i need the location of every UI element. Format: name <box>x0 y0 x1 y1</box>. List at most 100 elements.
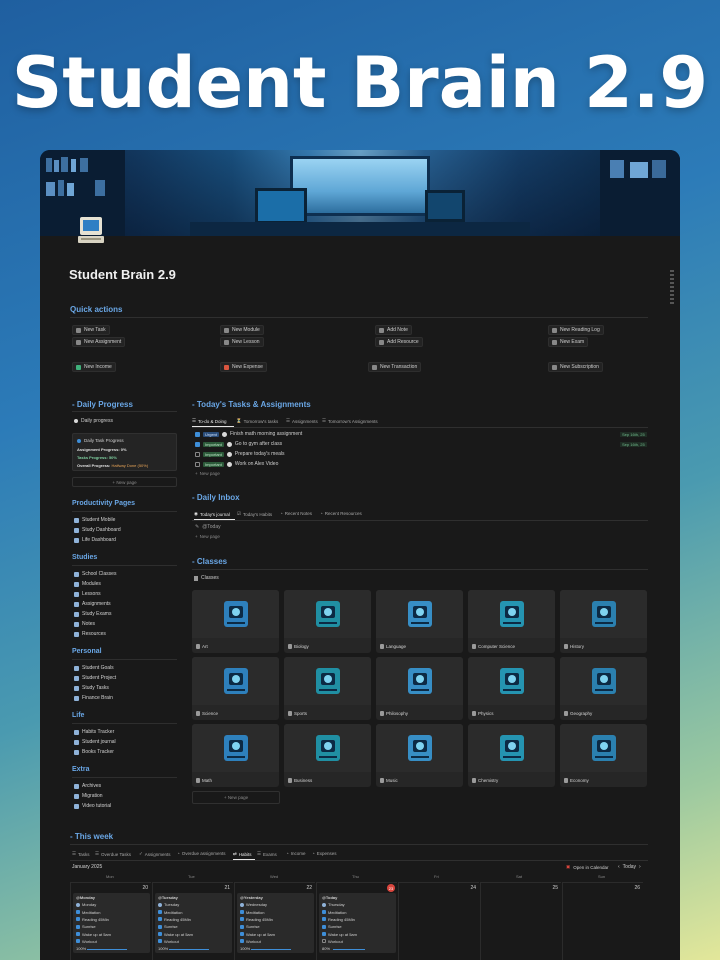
tab-tomorrows-tasks[interactable]: ⏳ Tomorrow's tasks <box>236 418 278 424</box>
new-task-button[interactable]: New Task <box>72 325 110 335</box>
habit-checkbox[interactable] <box>240 910 244 915</box>
nav-school-classes[interactable]: School Classes <box>74 571 116 577</box>
today-button[interactable]: Today <box>623 864 636 870</box>
new-income-button[interactable]: New Income <box>72 362 116 372</box>
calendar-day[interactable]: 24 <box>398 882 479 960</box>
class-card[interactable]: Math <box>192 724 279 787</box>
task-checkbox[interactable] <box>195 451 200 457</box>
habit-checkbox[interactable] <box>76 939 80 944</box>
tab-todays-journal[interactable]: ◉ Today's journal <box>194 511 230 517</box>
habit-checkbox[interactable] <box>158 917 162 922</box>
daily-progress-card[interactable]: Daily Task Progress Assignment Progress:… <box>72 433 177 471</box>
habit-checkbox[interactable] <box>158 924 162 929</box>
class-card[interactable]: Art <box>192 590 279 653</box>
tab-tomorrows-assignments[interactable]: ☰ Tomorrow's Assignments <box>322 418 378 424</box>
new-module-button[interactable]: New Module <box>220 325 264 335</box>
nav-student-project[interactable]: Student Project <box>74 675 116 681</box>
class-card[interactable]: Science <box>192 657 279 720</box>
habit-checkbox[interactable] <box>240 932 244 936</box>
habit-checkbox[interactable] <box>76 910 80 915</box>
nav-life-dashboard[interactable]: Life Dashboard <box>74 537 116 543</box>
habit-checkbox[interactable] <box>158 932 162 936</box>
tab-recent-notes[interactable]: ◔ Recent Notes <box>280 511 312 516</box>
class-card[interactable]: Business <box>284 724 371 787</box>
new-subscription-button[interactable]: New Subscription <box>548 362 603 372</box>
habit-checkbox[interactable] <box>240 939 244 944</box>
classes-view-tab[interactable]: Classes <box>194 575 219 581</box>
nav-migration[interactable]: Migration <box>74 793 103 799</box>
add-resource-button[interactable]: Add Resource <box>375 337 423 347</box>
habit-checkbox[interactable] <box>322 917 326 922</box>
classes-new-page-button[interactable]: + New page <box>192 791 280 804</box>
task-checkbox[interactable] <box>195 431 200 437</box>
new-transaction-button[interactable]: New Transaction <box>368 362 422 372</box>
task-row[interactable]: Important Work on Alex Video <box>195 461 278 467</box>
class-card[interactable]: History <box>560 590 647 653</box>
nav-student-journal[interactable]: Student journal <box>74 739 116 745</box>
new-reading-log-button[interactable]: New Reading Log <box>548 325 604 335</box>
habit-checkbox[interactable] <box>76 917 80 922</box>
add-note-button[interactable]: Add Note <box>375 325 412 335</box>
class-card[interactable]: Language <box>376 590 463 653</box>
habit-checkbox[interactable] <box>158 939 162 944</box>
tasks-new-page-button[interactable]: + New page <box>195 471 220 476</box>
calendar-day[interactable]: 23 @Today Thursday Meditation Reading 45Min S… <box>316 882 397 960</box>
calendar-day[interactable]: 21 @Tuesday Tuesday Meditation Reading 45Min… <box>152 882 233 960</box>
tab-assignments[interactable]: ☰ Assignments <box>286 418 318 424</box>
tab-week-tasks[interactable]: ☰ Tasks <box>72 851 90 857</box>
next-week-icon[interactable]: › <box>639 864 641 870</box>
tab-week-overdue-tasks[interactable]: ☰ Overdue Tasks <box>95 851 131 857</box>
daily-progress-link[interactable]: Daily progress <box>74 418 113 424</box>
nav-study-exams[interactable]: Study Exams <box>74 611 111 617</box>
tab-week-assignments[interactable]: ✓ Assignments <box>139 851 171 857</box>
habit-checkbox[interactable] <box>240 917 244 922</box>
habit-checkbox[interactable] <box>240 924 244 929</box>
nav-resources[interactable]: Resources <box>74 631 106 637</box>
class-card[interactable]: Sports <box>284 657 371 720</box>
task-row[interactable]: Important Go to gym after class <box>195 441 282 447</box>
nav-notes[interactable]: Notes <box>74 621 95 627</box>
calendar-day[interactable]: 22 @Yesterday Wednesday Meditation Reading 4… <box>234 882 315 960</box>
tab-todays-habits[interactable]: ☑ Today's Habits <box>237 511 272 517</box>
nav-finance-brain[interactable]: Finance Brain <box>74 695 113 701</box>
class-card[interactable]: Music <box>376 724 463 787</box>
prev-week-icon[interactable]: ‹ <box>618 864 620 870</box>
nav-books-tracker[interactable]: Books Tracker <box>74 749 114 755</box>
habit-checkbox[interactable] <box>322 932 326 936</box>
habit-card[interactable]: @Today Thursday Meditation Reading 45Min Sun… <box>319 893 396 953</box>
class-card[interactable]: Economy <box>560 724 647 787</box>
tab-week-exams[interactable]: ☰ Exams <box>257 851 277 857</box>
new-assignment-button[interactable]: New Assignment <box>72 337 126 347</box>
nav-lessons[interactable]: Lessons <box>74 591 101 597</box>
scroll-indicator[interactable] <box>670 270 674 306</box>
habit-checkbox[interactable] <box>322 910 326 915</box>
nav-study-dashboard[interactable]: Study Dashboard <box>74 527 121 533</box>
class-card[interactable]: Chemistry <box>468 724 555 787</box>
task-checkbox[interactable] <box>195 441 200 447</box>
nav-student-goals[interactable]: Student Goals <box>74 665 114 671</box>
nav-habits-tracker[interactable]: Habits Tracker <box>74 729 114 735</box>
nav-archives[interactable]: Archives <box>74 783 101 789</box>
calendar-day[interactable]: 25 <box>480 882 561 960</box>
habit-checkbox[interactable] <box>158 910 162 915</box>
new-expense-button[interactable]: New Expense <box>220 362 267 372</box>
tab-todo-doing[interactable]: ☰ To-do & Doing <box>192 418 227 424</box>
class-card[interactable]: Biology <box>284 590 371 653</box>
new-lesson-button[interactable]: New Lesson <box>220 337 264 347</box>
habit-card[interactable]: @Yesterday Wednesday Meditation Reading 45M… <box>237 893 314 953</box>
class-card[interactable]: Computer Science <box>468 590 555 653</box>
daily-progress-new-page-button[interactable]: + New page <box>72 477 177 487</box>
tab-week-expenses[interactable]: ◔ Expenses <box>312 851 336 856</box>
class-card[interactable]: Philosophy <box>376 657 463 720</box>
habit-checkbox[interactable] <box>76 932 80 936</box>
class-card[interactable]: Geography <box>560 657 647 720</box>
nav-study-tasks[interactable]: Study Tasks <box>74 685 109 691</box>
tab-recent-resources[interactable]: ◔ Recent Resources <box>320 511 362 516</box>
calendar-day[interactable]: 26 <box>562 882 643 960</box>
habit-card[interactable]: @Tuesday Tuesday Meditation Reading 45Min Su… <box>155 893 232 953</box>
task-row[interactable]: Urgent Finish math morning assignment <box>195 431 302 437</box>
nav-student-mobile[interactable]: Student Mobile <box>74 517 115 523</box>
nav-modules[interactable]: Modules <box>74 581 101 587</box>
calendar-day[interactable]: 20 @Monday Monday Meditation Reading 45Min Su… <box>70 882 151 960</box>
open-in-calendar-button[interactable]: ▣ Open in Calendar <box>566 864 609 870</box>
